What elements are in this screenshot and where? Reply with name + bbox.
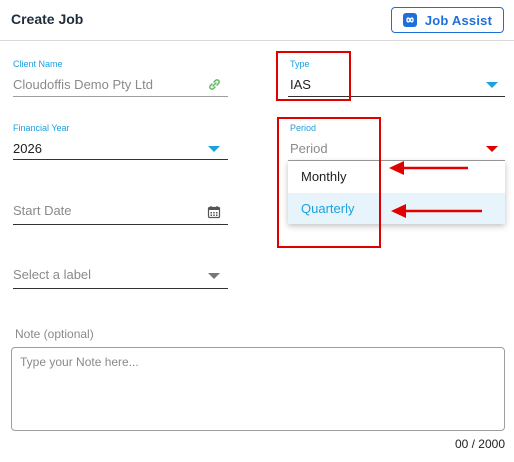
job-assist-label: Job Assist xyxy=(424,12,493,28)
label-select-underline xyxy=(13,288,228,289)
type-annotation-box xyxy=(276,51,351,101)
label-select-chevron-down-icon xyxy=(208,273,220,279)
type-chevron-down-icon xyxy=(486,82,498,88)
start-date-underline xyxy=(13,224,228,225)
infinity-icon xyxy=(402,13,417,27)
financial-year-label: Financial Year xyxy=(13,123,70,133)
dialog-title: Create Job xyxy=(11,11,84,27)
calendar-icon[interactable] xyxy=(207,205,221,224)
financial-year-value: 2026 xyxy=(13,141,42,156)
period-chevron-down-icon xyxy=(486,146,498,152)
note-character-counter: 00 / 2000 xyxy=(454,437,505,451)
client-name-underline xyxy=(13,96,228,97)
financial-year-chevron-down-icon xyxy=(208,146,220,152)
financial-year-underline xyxy=(13,159,228,160)
note-textarea[interactable] xyxy=(11,347,505,431)
job-assist-button[interactable]: Job Assist xyxy=(391,7,504,33)
client-name-value: Cloudoffis Demo Pty Ltd xyxy=(13,77,153,92)
start-date-placeholder: Start Date xyxy=(13,203,72,218)
note-label: Note (optional) xyxy=(15,327,94,341)
dialog-header: Create Job Job Assist xyxy=(0,0,514,41)
client-name-label: Client Name xyxy=(13,59,63,69)
period-annotation-box xyxy=(277,117,381,248)
label-select-placeholder: Select a label xyxy=(13,267,92,282)
link-icon xyxy=(207,77,222,97)
